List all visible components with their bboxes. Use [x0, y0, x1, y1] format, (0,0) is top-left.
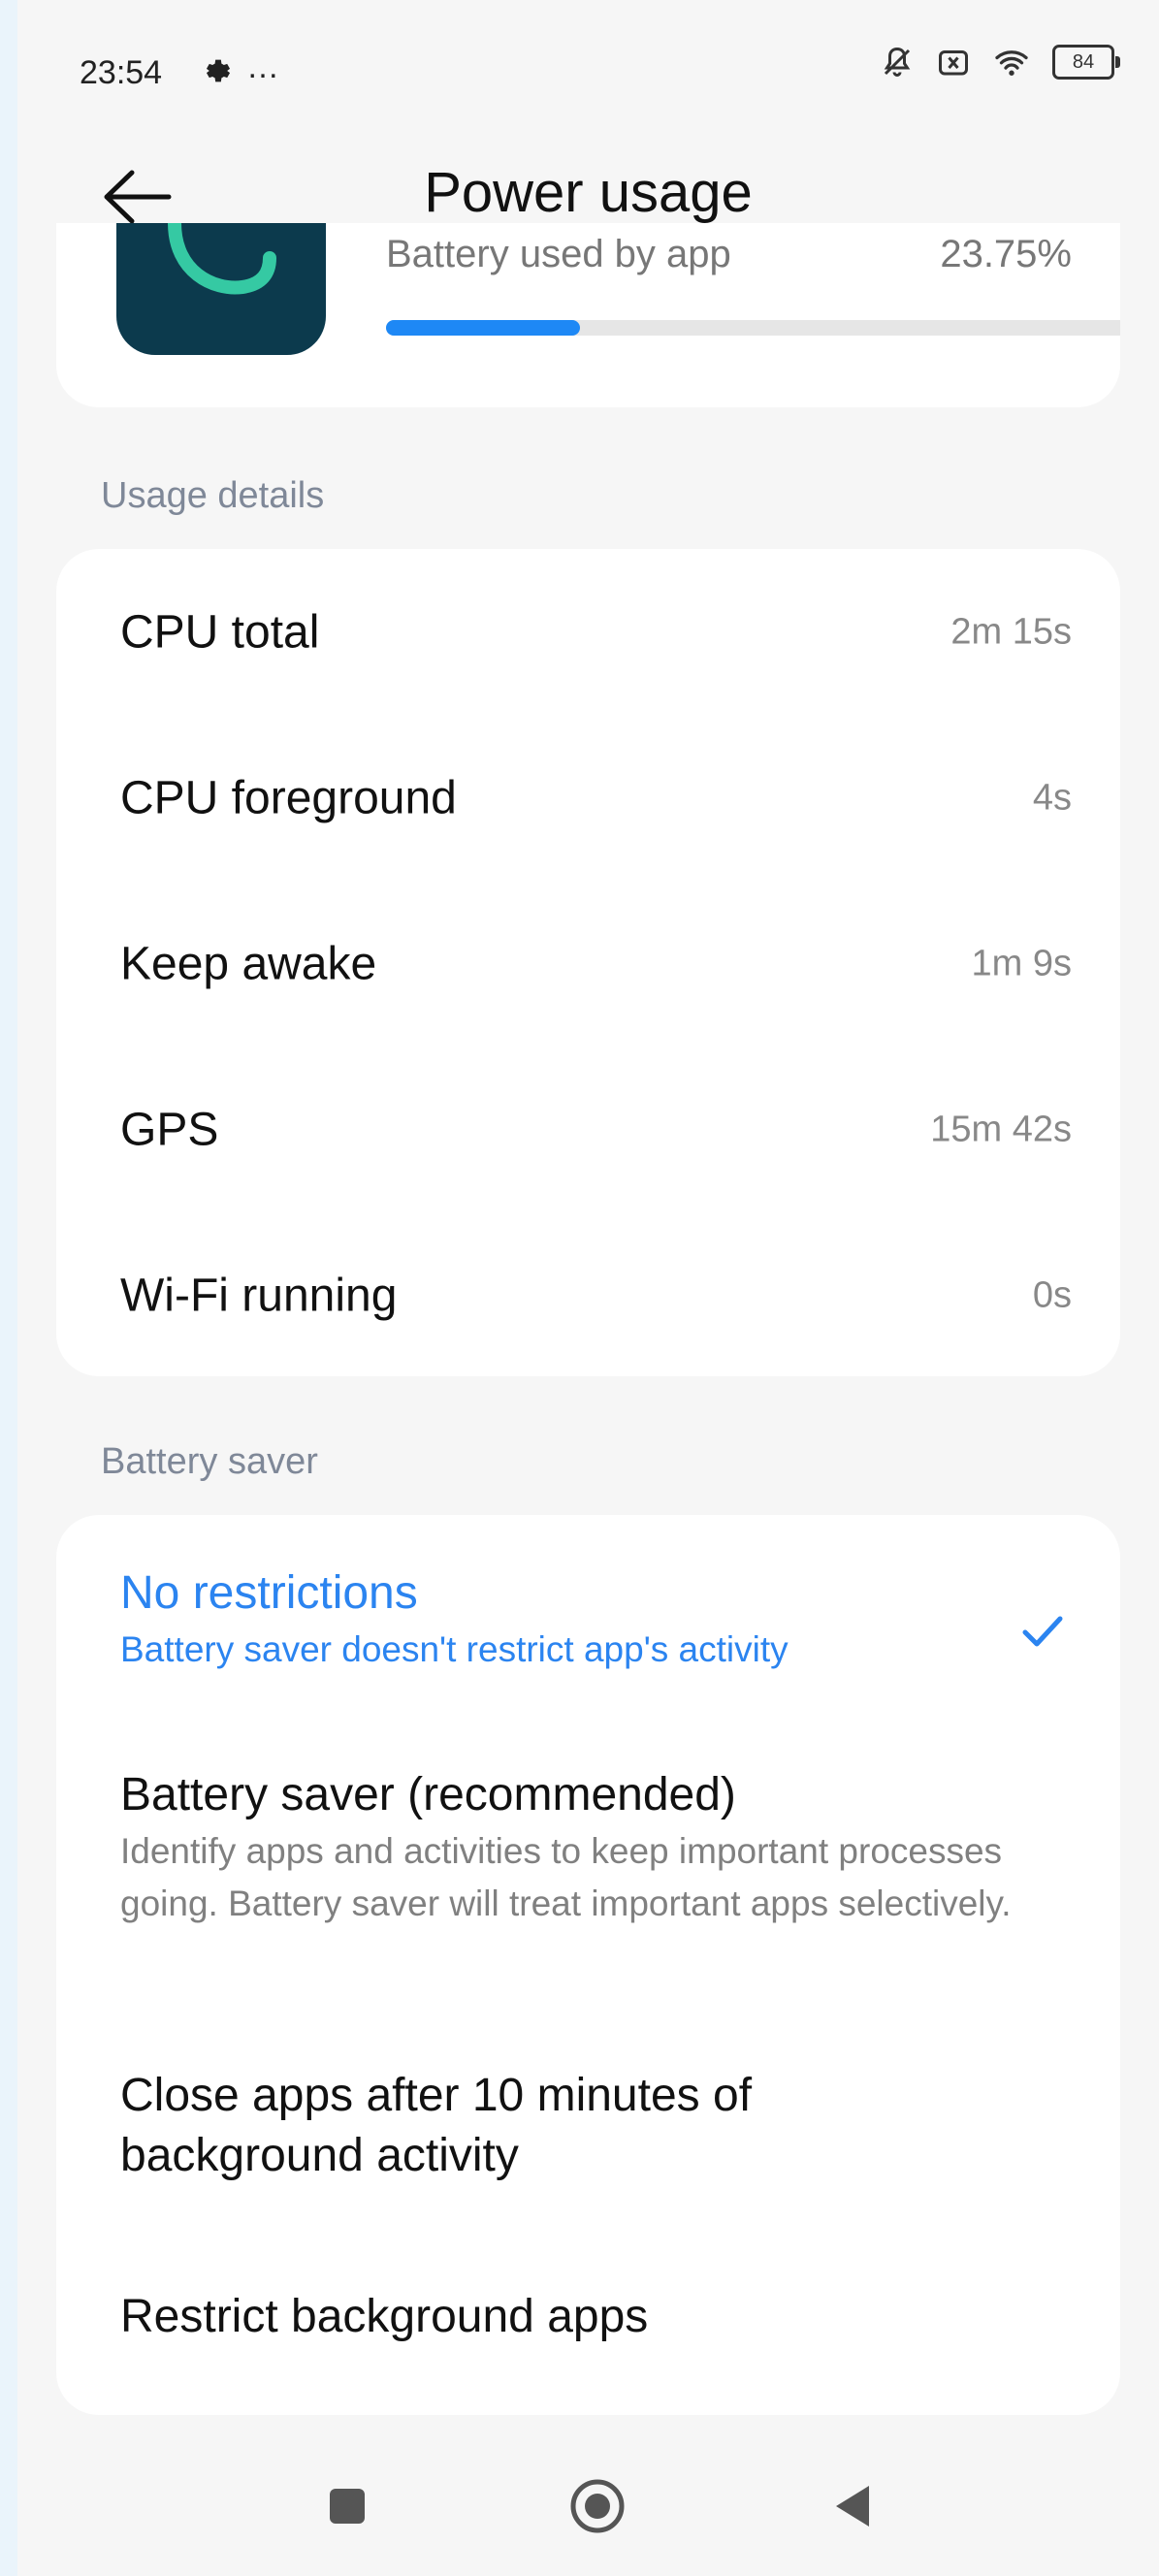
option-title: Restrict background apps — [120, 2291, 649, 2342]
option-subtitle: Battery saver doesn't restrict app's act… — [120, 1629, 789, 1669]
back-triangle-icon[interactable] — [822, 2477, 881, 2535]
usage-row[interactable]: CPU foreground 4s — [56, 715, 1120, 881]
usage-label: GPS — [120, 1104, 219, 1155]
battery-used-value: 23.75% — [940, 233, 1072, 275]
option-battery-saver[interactable]: Battery saver (recommended) Identify app… — [120, 1765, 1072, 1930]
wifi-icon — [992, 45, 1031, 80]
usage-value: 2m 15s — [950, 611, 1072, 652]
status-time: 23:54 — [80, 54, 163, 91]
usage-row[interactable]: Wi-Fi running 0s — [56, 1212, 1120, 1378]
option-subtitle: Identify apps and activities to keep imp… — [120, 1831, 1012, 1923]
usage-label: Wi-Fi running — [120, 1270, 398, 1321]
app-summary-card: Battery used by app 23.75% — [56, 223, 1120, 407]
usage-value: 1m 9s — [971, 943, 1072, 983]
phone-screen: 23:54 … 84 Power usage Battery used by a… — [17, 0, 1159, 2576]
usage-row[interactable]: CPU total 2m 15s — [56, 549, 1120, 715]
usage-value: 4s — [1032, 777, 1072, 818]
usage-label: CPU total — [120, 606, 320, 658]
usage-label: CPU foreground — [120, 772, 457, 823]
battery-saver-header: Battery saver — [101, 1441, 318, 1482]
recents-square-icon[interactable] — [318, 2477, 376, 2535]
battery-usage-progress — [386, 320, 1120, 336]
check-icon — [1014, 1602, 1072, 1660]
option-title: No restrictions — [120, 1567, 418, 1619]
progress-fill — [386, 320, 581, 336]
usage-label: Keep awake — [120, 938, 377, 989]
battery-used-label: Battery used by app — [386, 233, 731, 275]
usage-details-card: CPU total 2m 15s CPU foreground 4s Keep … — [56, 549, 1120, 1376]
usage-value: 0s — [1032, 1274, 1072, 1315]
option-title: Close apps after 10 minutes of backgroun… — [120, 2070, 753, 2181]
usage-row[interactable]: Keep awake 1m 9s — [56, 881, 1120, 1046]
option-restrict-background[interactable]: Restrict background apps — [120, 2287, 1072, 2347]
option-close-apps[interactable]: Close apps after 10 minutes of backgroun… — [120, 2066, 993, 2186]
app-icon — [116, 223, 326, 355]
page-title: Power usage — [424, 161, 753, 224]
gear-icon — [202, 54, 235, 96]
usage-value: 15m 42s — [930, 1109, 1072, 1149]
usage-row[interactable]: GPS 15m 42s — [56, 1046, 1120, 1212]
home-circle-icon[interactable] — [568, 2477, 627, 2535]
silent-icon — [880, 45, 915, 80]
battery-icon: 84 — [1052, 45, 1120, 80]
sim-off-icon — [936, 45, 971, 80]
battery-level: 84 — [1072, 50, 1095, 73]
status-bar: 23:54 … 84 — [17, 0, 1159, 145]
more-notifications-icon: … — [246, 48, 279, 85]
option-title: Battery saver (recommended) — [120, 1769, 736, 1820]
usage-details-header: Usage details — [101, 475, 325, 516]
navigation-bar — [17, 2425, 1159, 2576]
battery-saver-card: No restrictions Battery saver doesn't re… — [56, 1515, 1120, 2415]
option-no-restrictions[interactable]: No restrictions Battery saver doesn't re… — [120, 1563, 1072, 1676]
